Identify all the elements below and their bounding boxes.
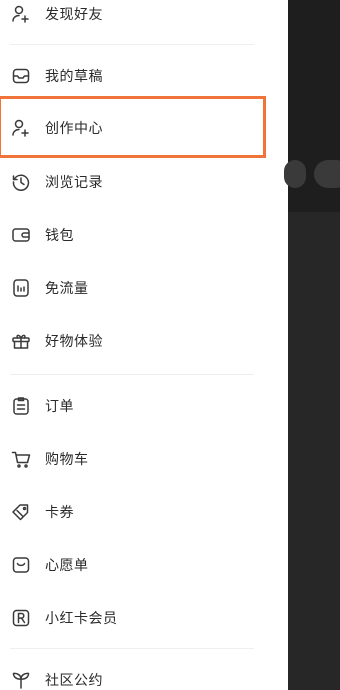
menu-item-coupons[interactable]: 卡券 [0,492,288,532]
menu-item-label: 心愿单 [45,558,89,574]
wishlist-icon [10,554,32,576]
divider [10,44,254,45]
menu-item-label: 钱包 [45,228,74,244]
menu-item-drafts[interactable]: 我的草稿 [0,56,288,96]
menu-item-community-rules[interactable]: 社区公约 [0,660,288,690]
divider [10,648,254,649]
menu-item-creator-center[interactable]: 创作中心 [0,108,288,148]
add-friend-icon [10,3,32,25]
menu-item-label: 创作中心 [45,121,103,137]
coupon-tag-icon [10,501,32,523]
menu-item-label: 卡券 [45,505,74,521]
menu-item-label: 社区公约 [45,673,103,689]
menu-item-membership[interactable]: 小红卡会员 [0,598,288,638]
dimmed-pill [284,160,306,188]
drafts-icon [10,65,32,87]
menu-item-label: 购物车 [45,452,89,468]
membership-r-icon [10,607,32,629]
menu-item-free-data[interactable]: 免流量 [0,268,288,308]
side-drawer: 发现好友 我的草稿 创作中心 浏览记录 钱包 免流量 好物体验 订单 购物车 卡… [0,0,288,690]
dimmed-pill [314,160,340,188]
menu-item-label: 发现好友 [45,7,103,23]
menu-item-product-trial[interactable]: 好物体验 [0,321,288,361]
menu-item-label: 好物体验 [45,334,103,350]
menu-item-label: 浏览记录 [45,175,103,191]
menu-item-history[interactable]: 浏览记录 [0,162,288,202]
menu-item-wallet[interactable]: 钱包 [0,215,288,255]
menu-item-label: 小红卡会员 [45,611,118,627]
menu-item-orders[interactable]: 订单 [0,386,288,426]
menu-item-discover-friends[interactable]: 发现好友 [0,0,288,34]
menu-item-wishlist[interactable]: 心愿单 [0,545,288,585]
shopping-cart-icon [10,448,32,470]
app-screen: 发现好友 我的草稿 创作中心 浏览记录 钱包 免流量 好物体验 订单 购物车 卡… [0,0,340,690]
menu-item-cart[interactable]: 购物车 [0,439,288,479]
divider [10,374,254,375]
order-clipboard-icon [10,395,32,417]
sprout-icon [10,669,32,690]
gift-icon [10,330,32,352]
menu-item-label: 订单 [45,399,74,415]
wallet-icon [10,224,32,246]
history-clock-icon [10,171,32,193]
free-data-icon [10,277,32,299]
menu-item-label: 我的草稿 [45,69,103,85]
dimmed-content-overlay[interactable] [284,0,340,690]
creator-center-icon [10,117,32,139]
menu-item-label: 免流量 [45,281,89,297]
